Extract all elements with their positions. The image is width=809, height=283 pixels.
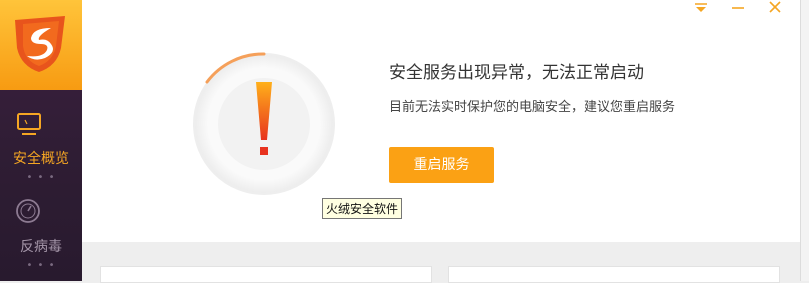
menu-dropdown-button[interactable]	[690, 0, 712, 14]
window-edge	[800, 0, 809, 281]
status-title: 安全服务出现异常，无法正常启动	[389, 63, 644, 83]
warning-status-ring	[193, 52, 335, 195]
restart-service-button[interactable]: 重启服务	[389, 147, 494, 183]
gauge-icon	[16, 199, 40, 223]
tooltip: 火绒安全软件	[322, 198, 403, 219]
sidebar-item-label: 安全概览	[13, 151, 69, 167]
sidebar: 安全概览 • • • 反病毒 • • •	[0, 0, 82, 281]
monitor-icon	[17, 113, 41, 135]
close-icon	[769, 1, 781, 13]
app-logo	[0, 0, 82, 90]
status-subtitle: 目前无法实时保护您的电脑安全，建议您重启服务	[389, 100, 676, 115]
sidebar-item-security-overview[interactable]: 安全概览	[0, 108, 82, 168]
module-card[interactable]	[100, 266, 432, 283]
sidebar-item-antivirus[interactable]: 反病毒	[0, 196, 82, 256]
minimize-icon	[732, 7, 744, 9]
sidebar-item-label: 反病毒	[20, 239, 62, 255]
minimize-button[interactable]	[727, 0, 749, 14]
separator-dots: • • •	[26, 172, 56, 183]
dropdown-arrow-icon	[695, 3, 707, 12]
flame-logo-icon	[15, 16, 65, 72]
separator-dots: • • •	[26, 260, 56, 271]
module-card[interactable]	[448, 266, 780, 283]
close-button[interactable]	[764, 0, 786, 14]
